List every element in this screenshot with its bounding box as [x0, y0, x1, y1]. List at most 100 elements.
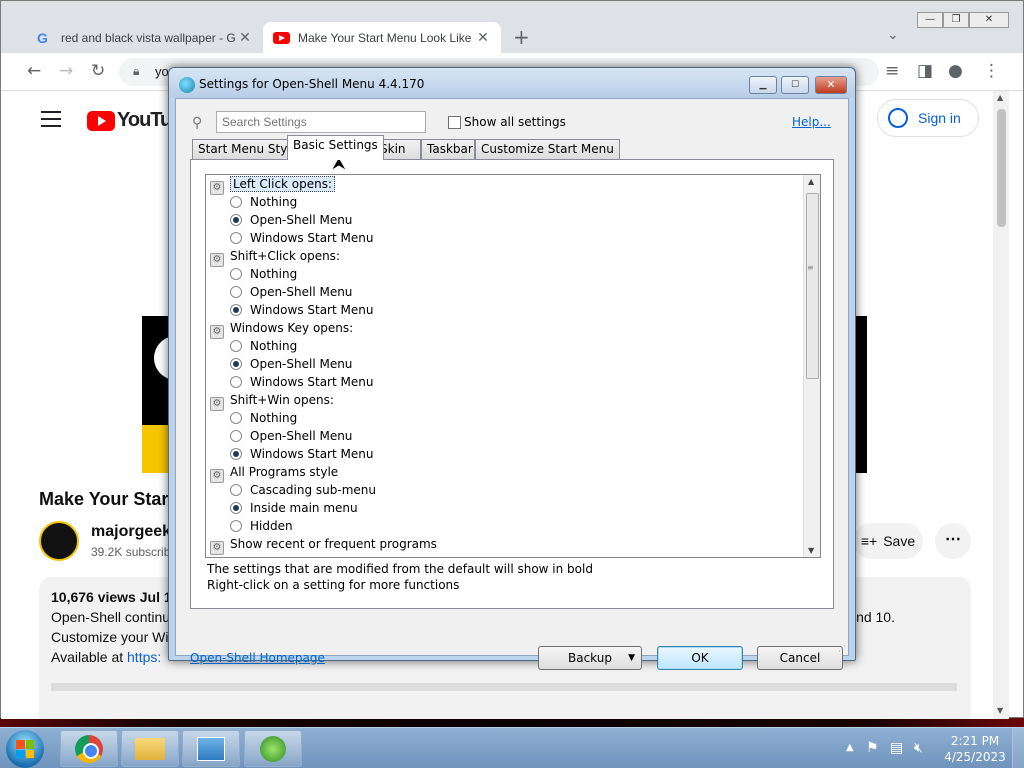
- sign-in-button[interactable]: Sign in: [877, 99, 979, 137]
- new-tab-button[interactable]: +: [513, 25, 530, 49]
- minimize-button[interactable]: —: [917, 12, 943, 28]
- reload-icon[interactable]: ↻: [91, 61, 105, 81]
- tab-taskbar[interactable]: Taskbar: [421, 139, 475, 159]
- radio-unchecked-icon[interactable]: [230, 484, 242, 496]
- radio-unchecked-icon[interactable]: [230, 412, 242, 424]
- setting-option[interactable]: Nothing: [230, 193, 297, 211]
- scroll-down-icon[interactable]: ▼: [997, 706, 1003, 715]
- tree-scrollbar[interactable]: ▲ ≡ ▼: [803, 175, 820, 557]
- show-all-settings-label[interactable]: Show all settings: [464, 115, 566, 129]
- settings-tree[interactable]: ▲ ≡ ▼ ⚙ Left Click opens: Nothing Open-Shel…: [205, 174, 821, 558]
- resize-grip-icon[interactable]: ⋰: [838, 644, 846, 653]
- page-scrollbar[interactable]: ▲ ▼: [993, 91, 1009, 719]
- volume-icon[interactable]: 🔇︎: [914, 740, 923, 756]
- network-icon[interactable]: ▤: [890, 740, 903, 756]
- setting-option[interactable]: Open-Shell Menu: [230, 283, 352, 301]
- setting-group[interactable]: ⚙ Shift+Click opens:: [210, 247, 340, 267]
- side-panel-icon[interactable]: ◨: [917, 61, 933, 81]
- setting-option[interactable]: Windows Start Menu: [230, 229, 373, 247]
- setting-option[interactable]: Hidden: [230, 517, 293, 535]
- setting-group[interactable]: ⚙ Shift+Win opens:: [210, 391, 334, 411]
- description-link[interactable]: https:: [127, 649, 161, 665]
- setting-group[interactable]: ⚙ Show recent or frequent programs: [210, 535, 437, 555]
- radio-checked-icon[interactable]: [230, 304, 242, 316]
- hamburger-menu-icon[interactable]: [41, 111, 61, 132]
- tab-strip: G red and black vista wallpaper - G ✕ Ma…: [1, 1, 1023, 53]
- channel-name[interactable]: majorgeeks: [91, 523, 180, 541]
- taskbar-open-shell[interactable]: [244, 730, 302, 767]
- setting-group[interactable]: ⚙ All Programs style: [210, 463, 338, 483]
- radio-unchecked-icon[interactable]: [230, 430, 242, 442]
- dialog-titlebar[interactable]: Settings for Open-Shell Menu 4.4.170 ▁ ☐…: [169, 68, 855, 98]
- setting-group[interactable]: ⚙ Windows Key opens:: [210, 319, 353, 339]
- dialog-minimize-button[interactable]: ▁: [749, 76, 777, 94]
- taskbar-explorer[interactable]: [121, 730, 179, 767]
- setting-option[interactable]: Cascading sub-menu: [230, 481, 376, 499]
- setting-option[interactable]: Windows Start Menu: [230, 301, 373, 319]
- tab-customize-start-menu[interactable]: Customize Start Menu: [475, 139, 620, 159]
- clock-time[interactable]: 2:21 PM: [950, 734, 1000, 748]
- radio-checked-icon[interactable]: [230, 358, 242, 370]
- setting-option[interactable]: Open-Shell Menu: [230, 427, 352, 445]
- setting-option[interactable]: Inside main menu: [230, 499, 358, 517]
- scrollbar-thumb[interactable]: [997, 109, 1006, 227]
- save-button[interactable]: ≡+ Save: [853, 523, 923, 559]
- close-tab-icon[interactable]: ✕: [475, 29, 491, 46]
- setting-option[interactable]: Windows Start Menu: [230, 445, 373, 463]
- dialog-maximize-button[interactable]: ☐: [781, 76, 809, 94]
- radio-checked-icon[interactable]: [230, 502, 242, 514]
- setting-option[interactable]: Nothing: [230, 409, 297, 427]
- search-settings-input[interactable]: [216, 111, 426, 133]
- close-tab-icon[interactable]: ✕: [237, 29, 253, 46]
- setting-option[interactable]: Nothing: [230, 337, 297, 355]
- scroll-down-icon[interactable]: ▼: [808, 546, 814, 555]
- radio-unchecked-icon[interactable]: [230, 232, 242, 244]
- clock-date[interactable]: 4/25/2023: [944, 750, 1006, 764]
- profile-icon[interactable]: ●: [948, 61, 963, 81]
- ok-button[interactable]: OK: [657, 646, 743, 670]
- open-shell-homepage-link[interactable]: Open-Shell Homepage: [190, 651, 325, 665]
- show-desktop-button[interactable]: [1012, 728, 1024, 768]
- scrollbar-thumb[interactable]: [806, 193, 819, 379]
- radio-checked-icon[interactable]: [230, 448, 242, 460]
- show-all-settings-checkbox[interactable]: [448, 116, 461, 129]
- setting-option[interactable]: Open-Shell Menu: [230, 211, 352, 229]
- radio-unchecked-icon[interactable]: [230, 268, 242, 280]
- channel-avatar[interactable]: [39, 521, 79, 561]
- radio-checked-icon[interactable]: [230, 214, 242, 226]
- setting-group[interactable]: ⚙ Left Click opens:: [210, 175, 336, 195]
- start-button[interactable]: [6, 730, 44, 768]
- taskbar-chrome[interactable]: [60, 730, 118, 767]
- backup-button[interactable]: Backup ▼: [538, 646, 642, 670]
- show-hidden-icons-icon[interactable]: ▲: [846, 742, 854, 753]
- cancel-button[interactable]: Cancel: [757, 646, 843, 670]
- setting-option-label: Nothing: [250, 267, 298, 281]
- maximize-button[interactable]: ❐: [943, 12, 969, 28]
- back-icon[interactable]: ←: [27, 61, 41, 81]
- radio-unchecked-icon[interactable]: [230, 286, 242, 298]
- more-actions-button[interactable]: ⋯: [935, 523, 971, 559]
- scroll-up-icon[interactable]: ▲: [808, 177, 814, 186]
- radio-unchecked-icon[interactable]: [230, 340, 242, 352]
- action-center-icon[interactable]: ⚑: [866, 740, 879, 756]
- tab-search-icon[interactable]: ⌄: [887, 27, 899, 43]
- close-window-button[interactable]: ✕: [969, 12, 1009, 28]
- radio-unchecked-icon[interactable]: [230, 520, 242, 532]
- tab-basic-settings[interactable]: Basic Settings: [287, 135, 384, 160]
- menu-icon[interactable]: ⋮: [983, 61, 1000, 81]
- reading-list-icon[interactable]: ≡: [885, 61, 899, 81]
- tab-google-search[interactable]: G red and black vista wallpaper - G ✕: [27, 22, 263, 53]
- help-link[interactable]: Help...: [792, 115, 831, 129]
- setting-option[interactable]: Open-Shell Menu: [230, 355, 352, 373]
- tab-youtube-video[interactable]: Make Your Start Menu Look Like ✕: [263, 22, 501, 53]
- setting-option-label: Windows Start Menu: [250, 303, 374, 317]
- forward-icon[interactable]: →: [59, 61, 73, 81]
- setting-option[interactable]: Windows Start Menu: [230, 373, 373, 391]
- scroll-up-icon[interactable]: ▲: [997, 93, 1003, 102]
- dialog-close-button[interactable]: ✕: [815, 76, 847, 94]
- radio-unchecked-icon[interactable]: [230, 196, 242, 208]
- radio-unchecked-icon[interactable]: [230, 376, 242, 388]
- windows-flag-icon: [16, 740, 34, 758]
- setting-option[interactable]: Nothing: [230, 265, 297, 283]
- taskbar-control-panel[interactable]: [182, 730, 240, 767]
